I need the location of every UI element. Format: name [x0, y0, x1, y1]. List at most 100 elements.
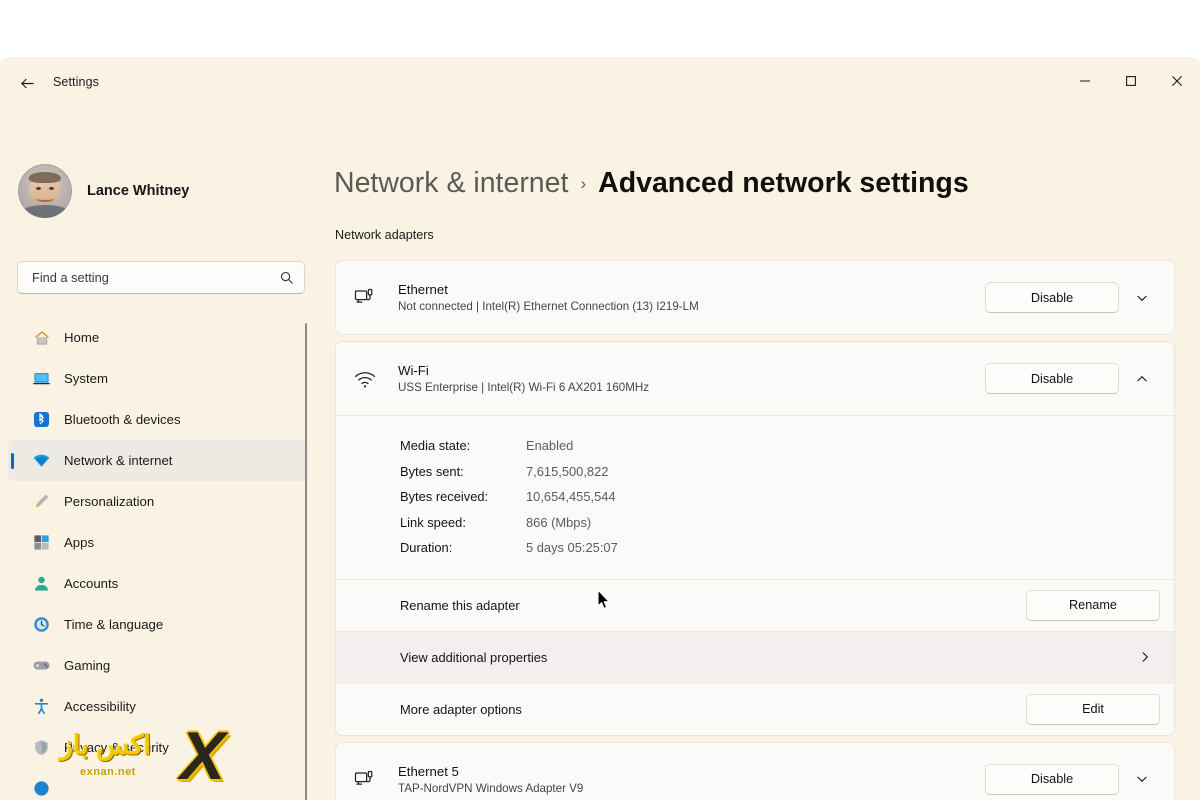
apps-icon [32, 533, 51, 552]
window-title: Settings [53, 75, 99, 89]
adapter-name: Ethernet [398, 282, 448, 297]
adapter-name: Wi-Fi [398, 363, 429, 378]
detail-key: Bytes sent: [400, 463, 464, 479]
detail-value: 866 (Mbps) [526, 514, 592, 530]
disable-button[interactable]: Disable [985, 282, 1119, 313]
detail-key: Bytes received: [400, 489, 489, 504]
sidebar-item-personalization[interactable]: Personalization [8, 481, 308, 522]
action-label: More adapter options [400, 701, 522, 717]
adapter-card-ethernet-5: Ethernet 5 TAP-NordVPN Windows Adapter V… [335, 741, 1175, 800]
sidebar-item-privacy-security[interactable]: Privacy & security [8, 727, 308, 768]
sidebar-item-accounts[interactable]: Accounts [8, 563, 308, 604]
action-label: Rename this adapter [400, 597, 520, 613]
detail-value: 10,654,455,544 [526, 489, 616, 504]
action-row-view-additional-properties[interactable]: View additional properties [336, 630, 1174, 683]
rename-button[interactable]: Rename [1026, 589, 1160, 621]
adapter-info: Wi-Fi USS Enterprise | Intel(R) Wi-Fi 6 … [387, 363, 985, 394]
section-label-network-adapters: Network adapters [335, 228, 434, 242]
maximize-button[interactable] [1108, 58, 1154, 104]
sidebar-item-windows-update[interactable] [8, 768, 308, 800]
adapter-list: Ethernet Not connected | Intel(R) Ethern… [335, 260, 1175, 800]
sidebar-item-time-language[interactable]: Time & language [8, 604, 308, 645]
sidebar-item-label: Gaming [64, 658, 111, 673]
close-button[interactable] [1154, 58, 1200, 104]
sidebar-item-apps[interactable]: Apps [8, 522, 308, 563]
back-arrow-icon [20, 78, 34, 88]
brush-icon [32, 492, 51, 511]
action-row-more-adapter-options[interactable]: More adapter options Edit [336, 682, 1174, 735]
detail-row-duration: Duration: 5 days 05:25:07 [400, 535, 1174, 561]
ethernet-icon [353, 768, 387, 791]
sidebar-item-label: Accessibility [64, 699, 136, 714]
clock-icon [32, 615, 51, 634]
adapter-info: Ethernet Not connected | Intel(R) Ethern… [387, 282, 985, 313]
search-box[interactable] [17, 261, 305, 294]
bluetooth-icon [32, 410, 51, 429]
wifi-icon [32, 451, 51, 470]
minimize-button[interactable] [1062, 58, 1108, 104]
disable-button[interactable]: Disable [985, 363, 1119, 394]
home-icon [32, 328, 51, 347]
adapter-card-ethernet: Ethernet Not connected | Intel(R) Ethern… [335, 260, 1175, 335]
sidebar-item-label: Personalization [64, 494, 155, 509]
ethernet-icon [353, 286, 387, 309]
minimize-icon [1080, 80, 1090, 82]
adapter-subtitle: TAP-NordVPN Windows Adapter V9 [398, 781, 584, 795]
sidebar-nav: Home System Bluetooth & devices Network … [8, 317, 308, 800]
chevron-down-icon[interactable] [1124, 761, 1160, 797]
sidebar-item-label: Network & internet [64, 453, 173, 468]
maximize-icon [1126, 76, 1136, 86]
account-icon [32, 574, 51, 593]
breadcrumb-separator-icon: › [580, 174, 587, 193]
chevron-right-icon [1130, 650, 1160, 664]
avatar [18, 164, 72, 218]
detail-value: Enabled [526, 438, 574, 453]
breadcrumb: Network & internet › Advanced network se… [334, 167, 969, 200]
accessibility-icon [32, 697, 51, 716]
detail-value: 7,615,500,822 [526, 463, 609, 479]
user-profile[interactable]: Lance Whitney [18, 164, 189, 218]
action-row-rename-adapter[interactable]: Rename this adapter Rename [336, 578, 1174, 631]
adapter-header-row[interactable]: Ethernet Not connected | Intel(R) Ethern… [336, 261, 1174, 334]
sidebar-item-label: Time & language [64, 617, 164, 632]
detail-row-link-speed: Link speed: 866 (Mbps) [400, 510, 1174, 536]
system-icon [32, 369, 51, 388]
close-icon [1172, 76, 1182, 86]
sidebar-scrollbar[interactable] [305, 323, 307, 800]
breadcrumb-parent-link[interactable]: Network & internet [334, 167, 568, 200]
sidebar-item-network-internet[interactable]: Network & internet [8, 440, 308, 481]
chevron-down-icon[interactable] [1124, 280, 1160, 316]
detail-key: Duration: [400, 540, 453, 555]
chevron-up-icon[interactable] [1124, 361, 1160, 397]
sidebar-item-label: System [64, 371, 108, 386]
disable-button[interactable]: Disable [985, 763, 1119, 795]
action-label: View additional properties [400, 649, 548, 665]
window-controls [1062, 58, 1200, 104]
sidebar-item-label: Accounts [64, 576, 119, 591]
main-content: Network & internet › Advanced network se… [320, 110, 1200, 800]
shield-icon [32, 738, 51, 757]
edit-button[interactable]: Edit [1026, 693, 1160, 725]
adapter-header-row[interactable]: Wi-Fi USS Enterprise | Intel(R) Wi-Fi 6 … [336, 342, 1174, 415]
back-button[interactable] [10, 66, 44, 100]
sidebar-item-system[interactable]: System [8, 358, 308, 399]
adapter-header-row[interactable]: Ethernet 5 TAP-NordVPN Windows Adapter V… [336, 743, 1174, 800]
settings-window: Settings Lance Whitney Find a setting Ho… [0, 58, 1200, 800]
adapter-card-wifi: Wi-Fi USS Enterprise | Intel(R) Wi-Fi 6 … [335, 341, 1175, 736]
sidebar-item-gaming[interactable]: Gaming [8, 645, 308, 686]
adapter-name: Ethernet 5 [398, 763, 459, 779]
user-name: Lance Whitney [87, 183, 190, 199]
sidebar-item-home[interactable]: Home [8, 317, 308, 358]
detail-row-media-state: Media state: Enabled [400, 433, 1174, 459]
detail-key: Media state: [400, 438, 471, 453]
sidebar-item-label: Apps [64, 535, 95, 550]
sidebar-item-accessibility[interactable]: Accessibility [8, 686, 308, 727]
gamepad-icon [32, 656, 51, 675]
search-input[interactable] [32, 270, 279, 285]
page-title: Advanced network settings [598, 167, 969, 199]
adapter-subtitle: Not connected | Intel(R) Ethernet Connec… [398, 300, 699, 313]
detail-value: 5 days 05:25:07 [526, 540, 618, 555]
sidebar-item-bluetooth[interactable]: Bluetooth & devices [8, 399, 308, 440]
screen: Settings Lance Whitney Find a setting Ho… [0, 0, 1200, 800]
sidebar-item-label: Privacy & security [64, 740, 169, 755]
